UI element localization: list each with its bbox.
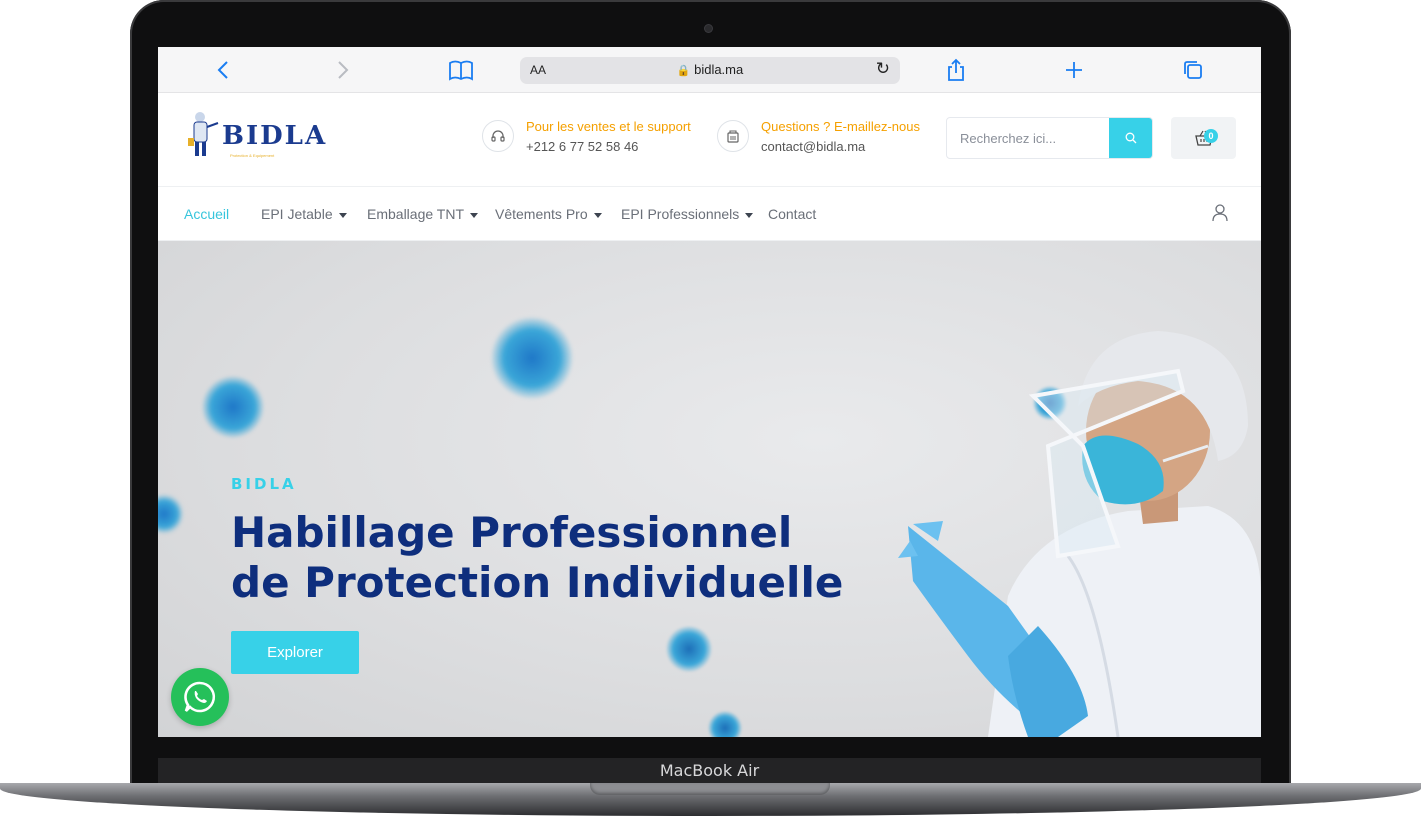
search-icon bbox=[1125, 132, 1136, 144]
chevron-right-icon bbox=[338, 61, 349, 79]
device-label: MacBook Air bbox=[158, 758, 1261, 784]
share-icon bbox=[948, 58, 964, 81]
main-nav: Accueil EPI Jetable Emballage TNT Vêteme… bbox=[158, 187, 1261, 241]
chevron-down-icon bbox=[593, 212, 602, 218]
reload-icon[interactable]: ↻ bbox=[876, 59, 890, 79]
nav-item-epi-professionnels[interactable]: EPI Professionnels bbox=[621, 206, 754, 222]
camera bbox=[705, 25, 712, 32]
whatsapp-icon bbox=[184, 681, 216, 713]
new-tab-button[interactable] bbox=[1064, 57, 1084, 83]
nav-item-emballage-tnt[interactable]: Emballage TNT bbox=[367, 206, 479, 222]
virus-illustration bbox=[202, 376, 264, 438]
url-text: bidla.ma bbox=[694, 62, 744, 77]
contact-title: Questions ? E-maillez-nous bbox=[761, 119, 920, 134]
address-bar[interactable]: AA 🔒 bidla.ma ↻ bbox=[520, 57, 900, 84]
chevron-down-icon bbox=[470, 212, 479, 218]
cart-button[interactable]: 0 bbox=[1171, 117, 1236, 159]
logo-tagline: Protection & Equipement bbox=[230, 153, 275, 158]
search-button[interactable] bbox=[1109, 118, 1152, 158]
virus-illustration bbox=[708, 711, 742, 737]
phone-number[interactable]: +212 6 77 52 58 46 bbox=[526, 139, 638, 154]
hero-title-line-1: Habillage Professionnel bbox=[231, 508, 793, 557]
explore-button[interactable]: Explorer bbox=[231, 631, 359, 674]
site-logo[interactable]: BIDLA Protection & Equipement bbox=[184, 111, 334, 161]
virus-illustration bbox=[491, 317, 573, 399]
hero-banner: BIDLA Habillage Professionnel de Protect… bbox=[158, 241, 1261, 737]
nav-item-accueil[interactable]: Accueil bbox=[184, 206, 229, 222]
tabs-icon bbox=[1184, 61, 1202, 79]
logo-wordmark: BIDLA bbox=[222, 121, 328, 151]
laptop-notch bbox=[590, 783, 830, 795]
plus-icon bbox=[1066, 62, 1082, 78]
chevron-left-icon bbox=[217, 61, 228, 79]
hero-title-line-2: de Protection Individuelle bbox=[231, 558, 844, 607]
chevron-down-icon bbox=[745, 212, 754, 218]
worker-mascot-icon bbox=[188, 112, 219, 156]
mail-icon bbox=[717, 120, 749, 152]
headset-icon bbox=[482, 120, 514, 152]
virus-illustration bbox=[158, 494, 182, 534]
nav-item-contact[interactable]: Contact bbox=[768, 206, 816, 222]
url-field[interactable]: 🔒 bidla.ma bbox=[520, 62, 900, 77]
email-address[interactable]: contact@bidla.ma bbox=[761, 139, 865, 154]
forward-button[interactable] bbox=[336, 57, 350, 83]
share-button[interactable] bbox=[946, 57, 966, 83]
book-icon bbox=[449, 60, 473, 81]
site-header: BIDLA Protection & Equipement Pour les v… bbox=[158, 93, 1261, 187]
search-box bbox=[946, 117, 1153, 159]
chevron-down-icon bbox=[338, 212, 347, 218]
lock-icon: 🔒 bbox=[676, 65, 691, 77]
browser-toolbar: AA 🔒 bidla.ma ↻ bbox=[158, 47, 1261, 93]
search-input[interactable] bbox=[947, 118, 1111, 158]
virus-illustration bbox=[666, 626, 712, 672]
hero-eyebrow: BIDLA bbox=[231, 475, 297, 493]
cart-count-badge: 0 bbox=[1204, 129, 1218, 143]
tabs-button[interactable] bbox=[1182, 57, 1204, 83]
nav-item-vetements-pro[interactable]: Vêtements Pro bbox=[495, 206, 602, 222]
whatsapp-button[interactable] bbox=[171, 668, 229, 726]
back-button[interactable] bbox=[216, 57, 230, 83]
user-account-icon[interactable] bbox=[1210, 203, 1230, 223]
bookmarks-button[interactable] bbox=[448, 57, 474, 83]
hero-title: Habillage Professionnel de Protection In… bbox=[231, 508, 843, 608]
nav-item-epi-jetable[interactable]: EPI Jetable bbox=[261, 206, 347, 222]
contact-title: Pour les ventes et le support bbox=[526, 119, 691, 134]
screen: AA 🔒 bidla.ma ↻ BIDLA Protection & Equip… bbox=[158, 47, 1261, 737]
